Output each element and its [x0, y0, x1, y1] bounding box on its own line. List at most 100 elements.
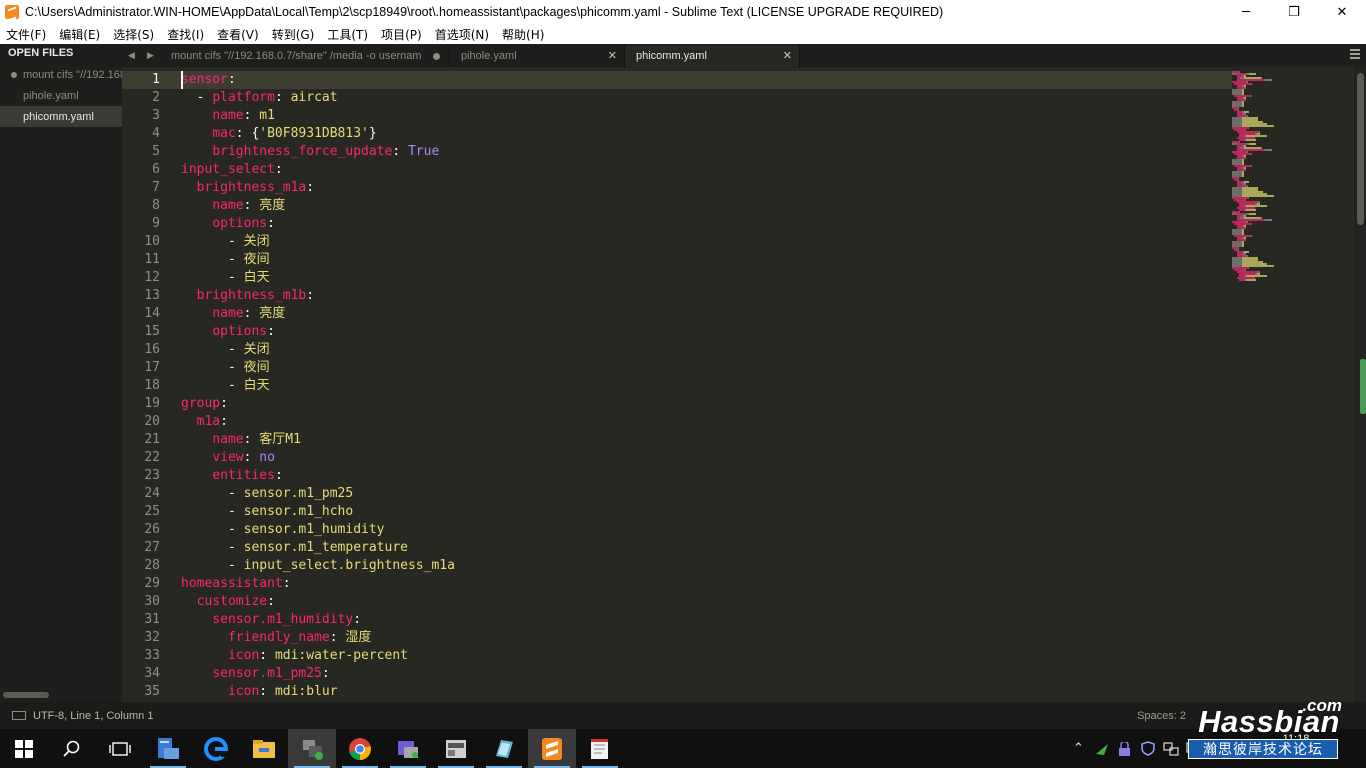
- code-line[interactable]: - 白天: [181, 269, 455, 287]
- tab-mount-cifs[interactable]: mount cifs "//192.168.0.7/share" /media …: [160, 45, 450, 67]
- code-line[interactable]: - sensor.m1_hcho: [181, 503, 455, 521]
- code-line[interactable]: name: 亮度: [181, 305, 455, 323]
- start-button[interactable]: [0, 729, 48, 768]
- code-line[interactable]: - 白天: [181, 377, 455, 395]
- code-line[interactable]: - 关闭: [181, 233, 455, 251]
- code-token: :: [267, 216, 275, 231]
- tab-pihole[interactable]: pihole.yaml ✕: [450, 45, 625, 67]
- menu-file[interactable]: 文件(F): [6, 26, 46, 43]
- code-line[interactable]: - sensor.m1_humidity: [181, 521, 455, 539]
- code-line[interactable]: friendly_name: 湿度: [181, 629, 455, 647]
- close-icon[interactable]: ✕: [783, 49, 792, 62]
- code-token: :: [329, 630, 346, 645]
- minimap-stroke: [1246, 209, 1256, 211]
- panel-toggle-icon[interactable]: [12, 711, 26, 720]
- code-line[interactable]: mac: {'B0F8931DB813'}: [181, 125, 455, 143]
- code-line[interactable]: name: 亮度: [181, 197, 455, 215]
- lock-icon[interactable]: [1113, 729, 1136, 768]
- taskbar-sublime-text[interactable]: [528, 729, 576, 768]
- code-area[interactable]: sensor: - platform: aircat name: m1 mac:…: [181, 71, 455, 701]
- menu-view[interactable]: 查看(V): [217, 26, 259, 43]
- code-editor[interactable]: 1 2 3 4 5 6 7 8 9 10 11 12 13 14 15 16 17 18 19 20 21 22 23 24 2…: [122, 67, 1366, 702]
- code-line[interactable]: - sensor.m1_pm25: [181, 485, 455, 503]
- chevron-up-icon[interactable]: ⌃: [1067, 729, 1090, 768]
- search-button[interactable]: [48, 729, 96, 768]
- code-line[interactable]: icon: mdi:blur: [181, 683, 455, 701]
- sidebar-item-label: pihole.yaml: [23, 89, 79, 102]
- code-token: :: [227, 72, 236, 87]
- code-line[interactable]: icon: mdi:water-percent: [181, 647, 455, 665]
- code-line[interactable]: entities:: [181, 467, 455, 485]
- close-button[interactable]: ✕: [1318, 0, 1366, 24]
- status-bar: UTF-8, Line 1, Column 1 Spaces: 2: [0, 702, 1366, 729]
- code-line[interactable]: homeassistant:: [181, 575, 455, 593]
- menu-preferences[interactable]: 首选项(N): [435, 26, 489, 43]
- taskbar-remote-app[interactable]: [384, 729, 432, 768]
- code-token: 'B0F8931DB813': [259, 126, 369, 141]
- minimap[interactable]: [1232, 71, 1352, 291]
- tab-prev-icon[interactable]: ◀: [128, 51, 135, 61]
- code-line[interactable]: customize:: [181, 593, 455, 611]
- vertical-scrollbar[interactable]: [1354, 67, 1366, 702]
- menu-selection[interactable]: 选择(S): [113, 26, 154, 43]
- code-line[interactable]: view: no: [181, 449, 455, 467]
- menu-goto[interactable]: 转到(G): [272, 26, 315, 43]
- sidebar-horizontal-scrollbar[interactable]: [3, 692, 49, 698]
- network-icon[interactable]: [1159, 729, 1182, 768]
- code-line[interactable]: - input_select.brightness_m1a: [181, 557, 455, 575]
- sidebar-item-pihole[interactable]: pihole.yaml: [0, 85, 122, 106]
- code-line[interactable]: sensor.m1_pm25:: [181, 665, 455, 683]
- code-line[interactable]: group:: [181, 395, 455, 413]
- code-line[interactable]: options:: [181, 215, 455, 233]
- minimap-stroke: [1247, 127, 1249, 129]
- tray-app-green-icon[interactable]: [1090, 729, 1113, 768]
- code-line[interactable]: - platform: aircat: [181, 89, 455, 107]
- taskbar-notepad[interactable]: [576, 729, 624, 768]
- sidebar-item-mount-cifs[interactable]: mount cifs "//192.168.0.7/share" /media …: [0, 64, 122, 85]
- menu-find[interactable]: 查找(I): [167, 26, 204, 43]
- code-line[interactable]: - 夜间: [181, 251, 455, 269]
- taskbar-network-app[interactable]: [288, 729, 336, 768]
- taskbar-chrome[interactable]: [336, 729, 384, 768]
- code-token: homeassistant: [181, 576, 283, 591]
- code-line[interactable]: name: m1: [181, 107, 455, 125]
- shield-icon[interactable]: [1136, 729, 1159, 768]
- minimize-button[interactable]: ─: [1222, 0, 1270, 24]
- close-icon[interactable]: ✕: [608, 49, 617, 62]
- scrollbar-thumb[interactable]: [1357, 73, 1364, 225]
- taskbar-file-server[interactable]: [144, 729, 192, 768]
- minimap-stroke: [1241, 105, 1244, 107]
- status-indentation[interactable]: Spaces: 2: [1137, 710, 1186, 722]
- tab-next-icon[interactable]: ▶: [147, 51, 154, 61]
- menu-project[interactable]: 项目(P): [381, 26, 422, 43]
- maximize-button[interactable]: ❐: [1270, 0, 1318, 24]
- code-line[interactable]: brightness_m1a:: [181, 179, 455, 197]
- code-line[interactable]: sensor.m1_humidity:: [181, 611, 455, 629]
- menu-help[interactable]: 帮助(H): [502, 26, 544, 43]
- menu-edit[interactable]: 编辑(E): [59, 26, 100, 43]
- minimap-stroke: [1232, 279, 1239, 281]
- taskbar-edge[interactable]: [192, 729, 240, 768]
- code-line[interactable]: - 关闭: [181, 341, 455, 359]
- code-line[interactable]: brightness_force_update: True: [181, 143, 455, 161]
- code-line[interactable]: options:: [181, 323, 455, 341]
- menu-tools[interactable]: 工具(T): [327, 26, 368, 43]
- tab-phicomm[interactable]: phicomm.yaml ✕: [625, 45, 800, 67]
- code-line[interactable]: name: 客厅M1: [181, 431, 455, 449]
- code-line[interactable]: m1a:: [181, 413, 455, 431]
- code-line[interactable]: sensor:: [181, 71, 455, 89]
- task-view-button[interactable]: [96, 729, 144, 768]
- notepad-icon: [591, 738, 608, 759]
- sidebar-item-phicomm[interactable]: phicomm.yaml: [0, 106, 122, 127]
- tab-menu-icon[interactable]: [1350, 49, 1360, 61]
- taskbar-control-app[interactable]: [432, 729, 480, 768]
- taskbar-file-explorer[interactable]: [240, 729, 288, 768]
- code-line[interactable]: brightness_m1b:: [181, 287, 455, 305]
- taskbar-notes-app[interactable]: [480, 729, 528, 768]
- code-line[interactable]: input_select:: [181, 161, 455, 179]
- code-line[interactable]: - sensor.m1_temperature: [181, 539, 455, 557]
- windows-logo-icon: [15, 739, 33, 758]
- code-line[interactable]: - 夜间: [181, 359, 455, 377]
